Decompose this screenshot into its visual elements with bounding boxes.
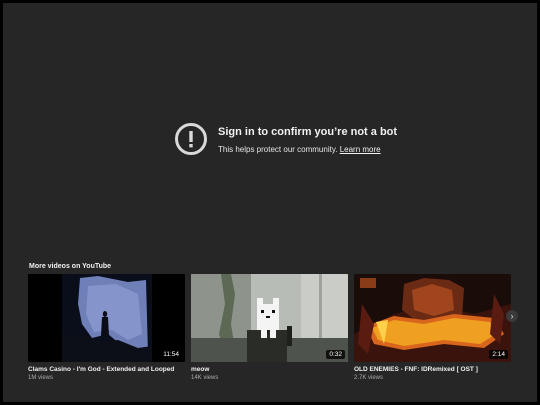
video-duration: 2:14 <box>489 350 508 359</box>
bot-check-message: Sign in to confirm you’re not a bot This… <box>174 122 397 156</box>
video-thumbnail[interactable]: 0:32 <box>191 274 348 362</box>
alert-circle-icon <box>175 123 207 155</box>
video-duration: 11:54 <box>160 350 182 359</box>
video-views: 1M views <box>28 375 54 381</box>
video-card[interactable]: 11:54 Clams Casino - I'm God - Extended … <box>28 274 185 381</box>
video-title[interactable]: OLD ENEMIES - FNF: IDRemixed [ OST ] <box>354 366 511 373</box>
video-thumbnail[interactable]: 11:54 <box>28 274 185 362</box>
video-views: 2.7K views <box>354 375 384 381</box>
thumbnail-image <box>191 274 348 362</box>
chevron-right-icon: › <box>510 311 514 321</box>
next-videos-button[interactable]: › <box>506 310 518 322</box>
video-views: 14K views <box>191 375 219 381</box>
video-player: Sign in to confirm you’re not a bot This… <box>3 3 537 402</box>
video-card[interactable]: 2:14 OLD ENEMIES - FNF: IDRemixed [ OST … <box>354 274 511 381</box>
video-card[interactable]: 0:32 meow 14K views <box>191 274 348 381</box>
more-videos-heading: More videos on YouTube <box>29 263 112 270</box>
video-title[interactable]: Clams Casino - I'm God - Extended and Lo… <box>28 366 185 373</box>
thumbnail-image <box>28 274 185 362</box>
message-subtitle: This helps protect our community. <box>218 145 338 154</box>
video-title[interactable]: meow <box>191 366 348 373</box>
message-title: Sign in to confirm you’re not a bot <box>218 126 398 138</box>
learn-more-link[interactable]: Learn more <box>340 145 381 154</box>
thumbnail-image <box>354 274 511 362</box>
video-duration: 0:32 <box>326 350 345 359</box>
video-thumbnail[interactable]: 2:14 <box>354 274 511 362</box>
